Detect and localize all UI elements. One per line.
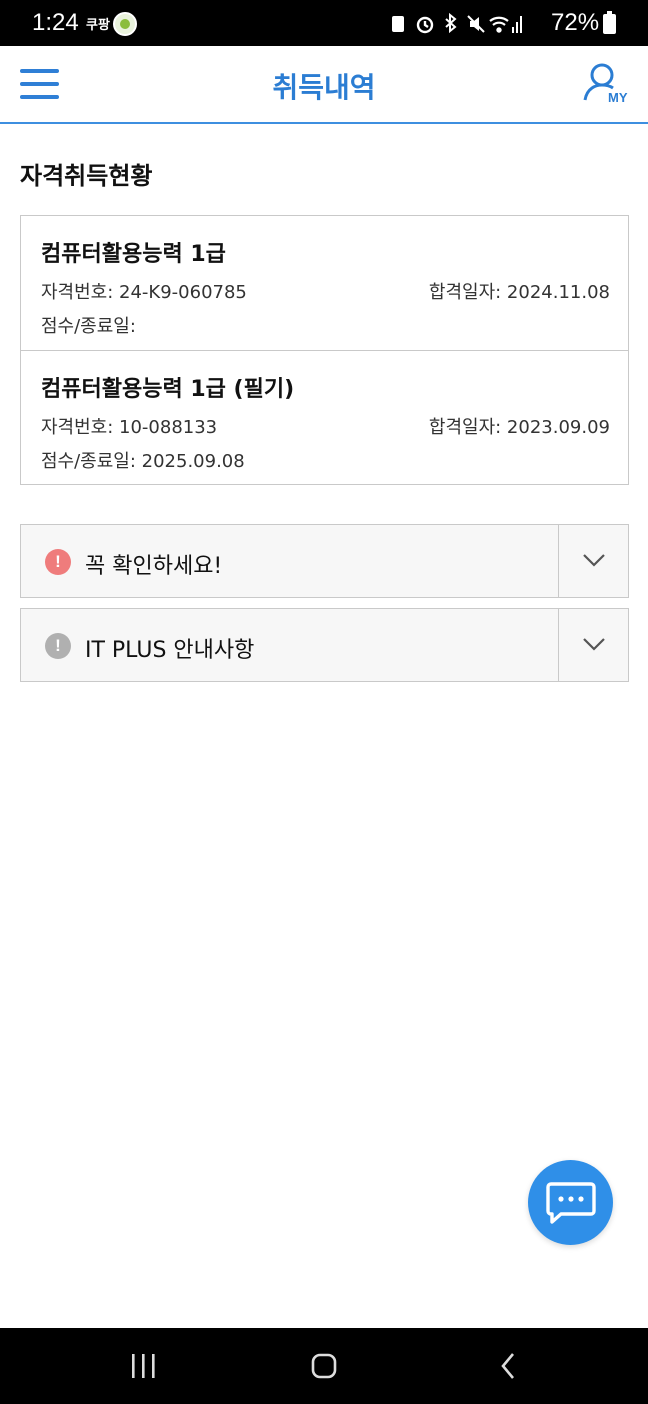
signal-icon	[512, 16, 522, 33]
status-app-label: 쿠팡	[86, 18, 110, 33]
expand-button[interactable]	[558, 609, 628, 681]
certificate-name: 컴퓨터활용능력 1급	[41, 242, 226, 267]
chat-button[interactable]	[528, 1160, 613, 1245]
status-time: 1:24	[32, 9, 79, 36]
accordion-title: IT PLUS 안내사항	[85, 638, 255, 663]
battery-percent: 72%	[551, 9, 600, 36]
home-icon	[311, 1353, 337, 1379]
pass-date: 합격일자: 2024.11.08	[428, 282, 610, 303]
system-nav-bar	[0, 1328, 648, 1404]
accordion-title: 꼭 확인하세요!	[85, 554, 223, 579]
certificate-item: 컴퓨터활용능력 1급 (필기) 자격번호: 10-088133 합격일자: 20…	[21, 350, 628, 484]
notice-accordion-itplus[interactable]: ! IT PLUS 안내사항	[20, 608, 629, 682]
lock-icon	[392, 16, 404, 32]
page-title: 취득내역	[272, 71, 376, 104]
app-notification-icon	[113, 12, 137, 36]
battery-icon	[603, 11, 616, 34]
alarm-icon	[416, 16, 434, 34]
chevron-down-icon	[583, 638, 605, 651]
recent-apps-button[interactable]	[114, 1348, 174, 1384]
status-bar: 1:24 쿠팡 72%	[0, 0, 648, 46]
certificate-name: 컴퓨터활용능력 1급 (필기)	[41, 377, 295, 402]
pass-date: 합격일자: 2023.09.09	[428, 417, 610, 438]
alert-icon: !	[45, 633, 71, 659]
app-header: 취득내역 MY	[0, 46, 648, 124]
wifi-icon	[489, 16, 509, 33]
certificate-item: 컴퓨터활용능력 1급 자격번호: 24-K9-060785 합격일자: 2024…	[21, 216, 628, 350]
notice-accordion-must-check[interactable]: ! 꼭 확인하세요!	[20, 524, 629, 598]
my-label: MY	[608, 90, 628, 105]
certificate-list: 컴퓨터활용능력 1급 자격번호: 24-K9-060785 합격일자: 2024…	[20, 215, 629, 485]
chat-icon	[546, 1182, 596, 1224]
section-title: 자격취득현황	[20, 162, 153, 190]
bluetooth-icon	[445, 12, 457, 34]
score-end-date: 점수/종료일:	[41, 316, 136, 337]
certificate-number: 자격번호: 24-K9-060785	[41, 282, 247, 303]
expand-button[interactable]	[558, 525, 628, 597]
home-button[interactable]	[294, 1348, 354, 1384]
back-icon	[501, 1353, 514, 1379]
chevron-down-icon	[583, 554, 605, 567]
mute-icon	[467, 15, 485, 33]
status-icons	[392, 12, 522, 34]
alert-icon: !	[45, 549, 71, 575]
certificate-number: 자격번호: 10-088133	[41, 417, 218, 438]
score-end-date: 점수/종료일: 2025.09.08	[41, 451, 245, 472]
my-page-button[interactable]: MY	[582, 62, 634, 110]
back-button[interactable]	[478, 1348, 538, 1384]
recent-apps-icon	[132, 1354, 155, 1378]
